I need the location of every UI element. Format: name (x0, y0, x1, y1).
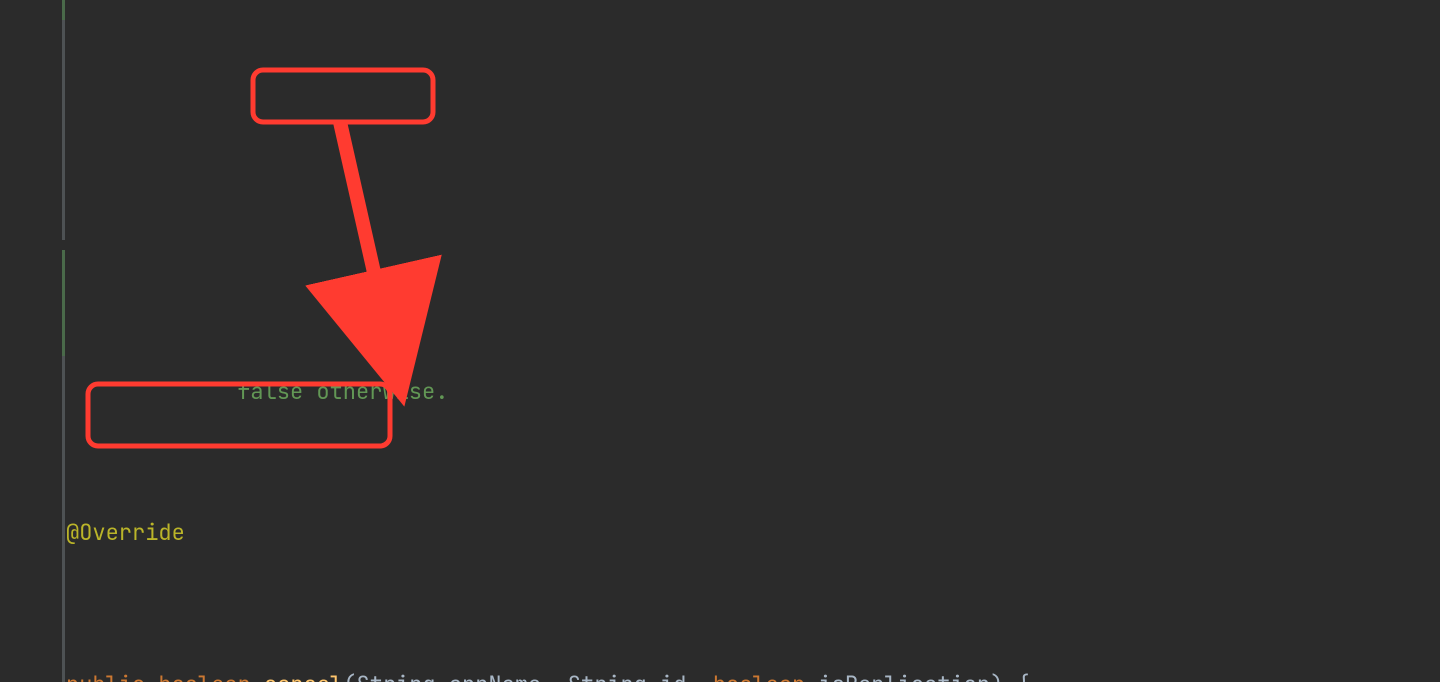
gutter-doc-bar (62, 0, 65, 20)
gutter-doc-bar-2 (62, 250, 65, 356)
method-signature-cancel: public boolean cancel(String appName, St… (0, 666, 1440, 682)
code-editor[interactable]: false otherwise. @Override public boolea… (0, 0, 1440, 682)
override-annotation: @Override (66, 518, 185, 547)
javadoc-line: false otherwise. (0, 380, 1440, 400)
method-name-cancel: cancel (264, 670, 343, 682)
gutter-method-bar (62, 20, 65, 240)
annotation-line: @Override (0, 514, 1440, 552)
